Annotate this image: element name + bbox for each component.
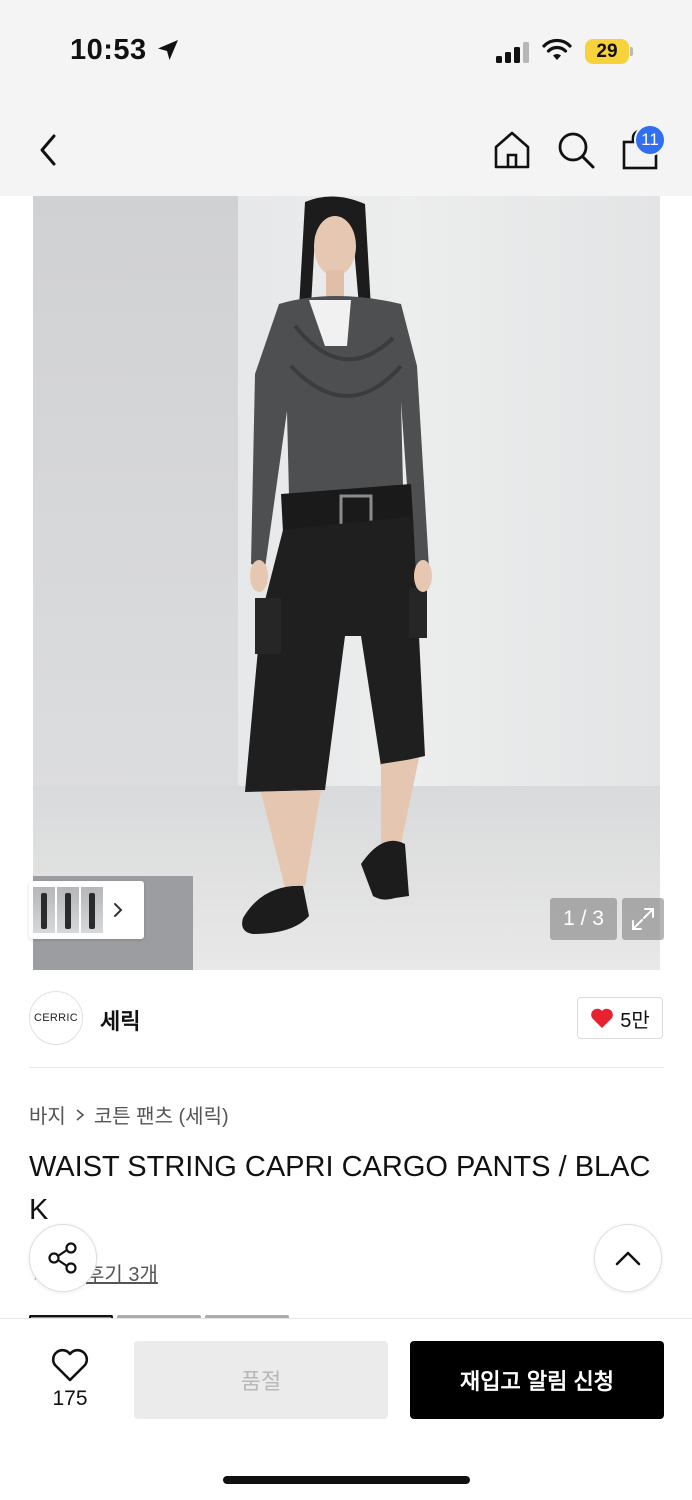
chevron-right-icon bbox=[114, 903, 123, 917]
brand-row: CERRIC 세릭 5만 bbox=[0, 970, 692, 1068]
sold-out-button: 품절 bbox=[134, 1341, 388, 1419]
chevron-right-icon bbox=[76, 1108, 85, 1121]
expand-icon bbox=[632, 908, 654, 930]
breadcrumb-category[interactable]: 바지 bbox=[29, 1100, 66, 1129]
home-icon[interactable] bbox=[492, 130, 532, 170]
thumbnail-strip[interactable] bbox=[29, 881, 144, 939]
top-nav-bar bbox=[0, 100, 692, 196]
thumbnail[interactable] bbox=[57, 887, 79, 933]
breadcrumb-subcategory[interactable]: 코튼 팬츠 (세릭) bbox=[94, 1100, 229, 1129]
wishlist-count: 175 bbox=[52, 1387, 88, 1410]
divider bbox=[29, 1067, 664, 1068]
brand-like-button[interactable]: 5만 bbox=[577, 997, 663, 1039]
status-time: 10:53 bbox=[70, 34, 147, 66]
bottom-action-bar: 175 품절 재입고 알림 신청 bbox=[0, 1318, 692, 1500]
model-figure bbox=[242, 196, 432, 934]
expand-image-button[interactable] bbox=[622, 898, 664, 940]
battery-level: 29 bbox=[585, 39, 629, 64]
product-title: WAIST STRING CAPRI CARGO PANTS / BLACK bbox=[29, 1151, 651, 1226]
scroll-to-top-button[interactable] bbox=[594, 1224, 662, 1292]
share-icon bbox=[48, 1242, 77, 1274]
review-count-link[interactable]: 후기 3개 bbox=[86, 1258, 158, 1287]
heart-filled-icon bbox=[591, 1008, 614, 1028]
heart-outline-icon[interactable] bbox=[50, 1347, 90, 1383]
status-bar: 10:53 29 bbox=[0, 0, 692, 100]
thumbnail[interactable] bbox=[81, 887, 103, 933]
product-photo bbox=[33, 196, 660, 970]
back-icon[interactable] bbox=[34, 132, 64, 168]
cellular-signal-icon bbox=[496, 42, 529, 63]
battery-icon: 29 bbox=[585, 39, 633, 64]
brand-name[interactable]: 세릭 bbox=[100, 1004, 140, 1036]
image-page-counter: 1 / 3 bbox=[550, 898, 617, 940]
location-arrow-icon bbox=[158, 40, 178, 60]
share-button[interactable] bbox=[29, 1224, 97, 1292]
search-icon[interactable] bbox=[556, 130, 596, 170]
thumbnail[interactable] bbox=[33, 887, 55, 933]
cart-count-badge: 11 bbox=[634, 124, 666, 156]
wifi-icon bbox=[542, 38, 572, 60]
breadcrumb: 바지 코튼 팬츠 (세릭) bbox=[29, 1100, 229, 1129]
brand-like-count: 5만 bbox=[620, 1009, 650, 1032]
product-image-gallery[interactable] bbox=[0, 196, 692, 970]
brand-logo[interactable]: CERRIC bbox=[29, 991, 83, 1045]
restock-alert-button[interactable]: 재입고 알림 신청 bbox=[410, 1341, 664, 1419]
chevron-up-icon bbox=[615, 1251, 641, 1266]
home-indicator bbox=[223, 1476, 470, 1484]
